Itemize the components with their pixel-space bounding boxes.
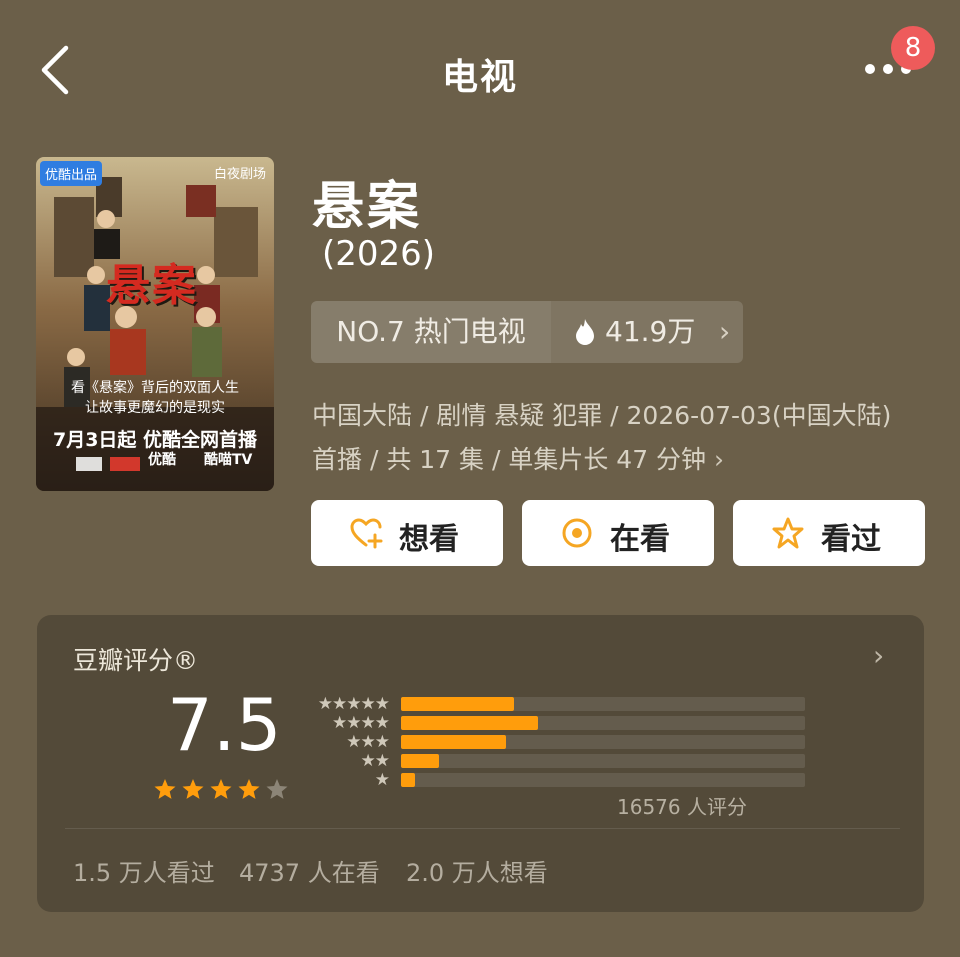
rating-star-icon xyxy=(182,779,204,799)
rank-label: NO.7 热门电视 xyxy=(311,301,551,363)
show-meta-text: 首播 / 共 17 集 / 单集片长 47 分钟 xyxy=(312,445,707,474)
top-bar: 电视 8 xyxy=(0,0,960,140)
chevron-right-icon[interactable]: › xyxy=(873,639,884,672)
rating-bar-track xyxy=(401,773,805,787)
rating-star-icon xyxy=(210,779,232,799)
poster-premiere-date: 7月3日起 优酷全网首播 xyxy=(52,429,258,451)
show-poster[interactable]: 优酷出品 白夜剧场 悬案 看《悬案》背后的双面人生 让故事更魔幻的是现实 7月3… xyxy=(36,157,274,491)
watching-label: 在看 xyxy=(610,522,670,557)
rank-chip[interactable]: NO.7 热门电视 41.9万 › xyxy=(311,301,743,363)
rating-bar xyxy=(401,697,515,711)
rating-star-icon xyxy=(238,779,260,799)
watching-count: 4737 人在看 xyxy=(239,859,380,887)
heart-plus-icon xyxy=(350,518,383,549)
star-row-label: ★★ xyxy=(360,751,390,771)
show-title: 悬案 xyxy=(312,177,423,237)
watched-count: 1.5 万人看过 xyxy=(73,859,215,887)
rating-bar xyxy=(401,716,539,730)
show-meta-more[interactable]: 首播 / 共 17 集 / 单集片长 47 分钟 › xyxy=(312,440,724,476)
rating-star-icon xyxy=(266,779,288,799)
chevron-right-icon: › xyxy=(714,445,724,474)
watching-button[interactable]: 在看 xyxy=(522,500,714,566)
watched-label: 看过 xyxy=(821,522,881,557)
poster-platform: 优酷 xyxy=(148,452,176,468)
heat-value: 41.9万 xyxy=(605,315,696,348)
star-row-label: ★★★ xyxy=(346,732,390,752)
show-year: (2026) xyxy=(322,234,436,274)
want-to-watch-label: 想看 xyxy=(399,522,459,557)
rating-score: 7.5 xyxy=(167,683,282,767)
rating-bar xyxy=(401,754,440,768)
want-count: 2.0 万人想看 xyxy=(406,859,548,887)
rating-bar-track xyxy=(401,697,805,711)
watched-button[interactable]: 看过 xyxy=(733,500,925,566)
watching-target-icon xyxy=(562,518,592,548)
show-meta: 中国大陆 / 剧情 悬疑 犯罪 / 2026-07-03(中国大陆) xyxy=(312,401,892,430)
poster-tagline: 让故事更魔幻的是现实 xyxy=(85,400,225,416)
star-row-label: ★ xyxy=(374,770,390,790)
notification-badge: 8 xyxy=(891,26,935,70)
chevron-right-icon: › xyxy=(719,315,731,348)
star-row-label: ★★★★ xyxy=(332,713,390,733)
rating-bar-track xyxy=(401,754,805,768)
rating-bar-track xyxy=(401,735,805,749)
poster-producer-tag: 优酷出品 xyxy=(40,161,103,186)
want-to-watch-button[interactable]: 想看 xyxy=(311,500,503,566)
rating-stars xyxy=(154,779,288,799)
heat-indicator: 41.9万 › xyxy=(553,301,743,363)
poster-tagline: 看《悬案》背后的双面人生 xyxy=(71,380,239,396)
flame-icon xyxy=(576,319,594,345)
poster-studio-logo: 白夜剧场 xyxy=(213,167,266,182)
rating-heading: 豆瓣评分® xyxy=(73,646,199,675)
rating-count: 16576 人评分 xyxy=(617,795,747,819)
rating-card[interactable]: 豆瓣评分® › 7.5 ★★★★★ ★★★★ ★★★ ★★ ★ 16576 人评… xyxy=(37,615,924,912)
page-title: 电视 xyxy=(441,57,518,98)
poster-title: 悬案 xyxy=(106,260,198,311)
rating-bar-track xyxy=(401,716,805,730)
divider xyxy=(65,828,900,829)
rating-distribution: ★★★★★ ★★★★ ★★★ ★★ ★ xyxy=(307,693,817,803)
rating-bar xyxy=(401,735,507,749)
rating-star-icon xyxy=(154,779,176,799)
star-row-label: ★★★★★ xyxy=(317,694,390,714)
poster-platform: 酷喵TV xyxy=(204,452,253,468)
rating-bar xyxy=(401,773,416,787)
star-outline-icon xyxy=(772,517,804,549)
